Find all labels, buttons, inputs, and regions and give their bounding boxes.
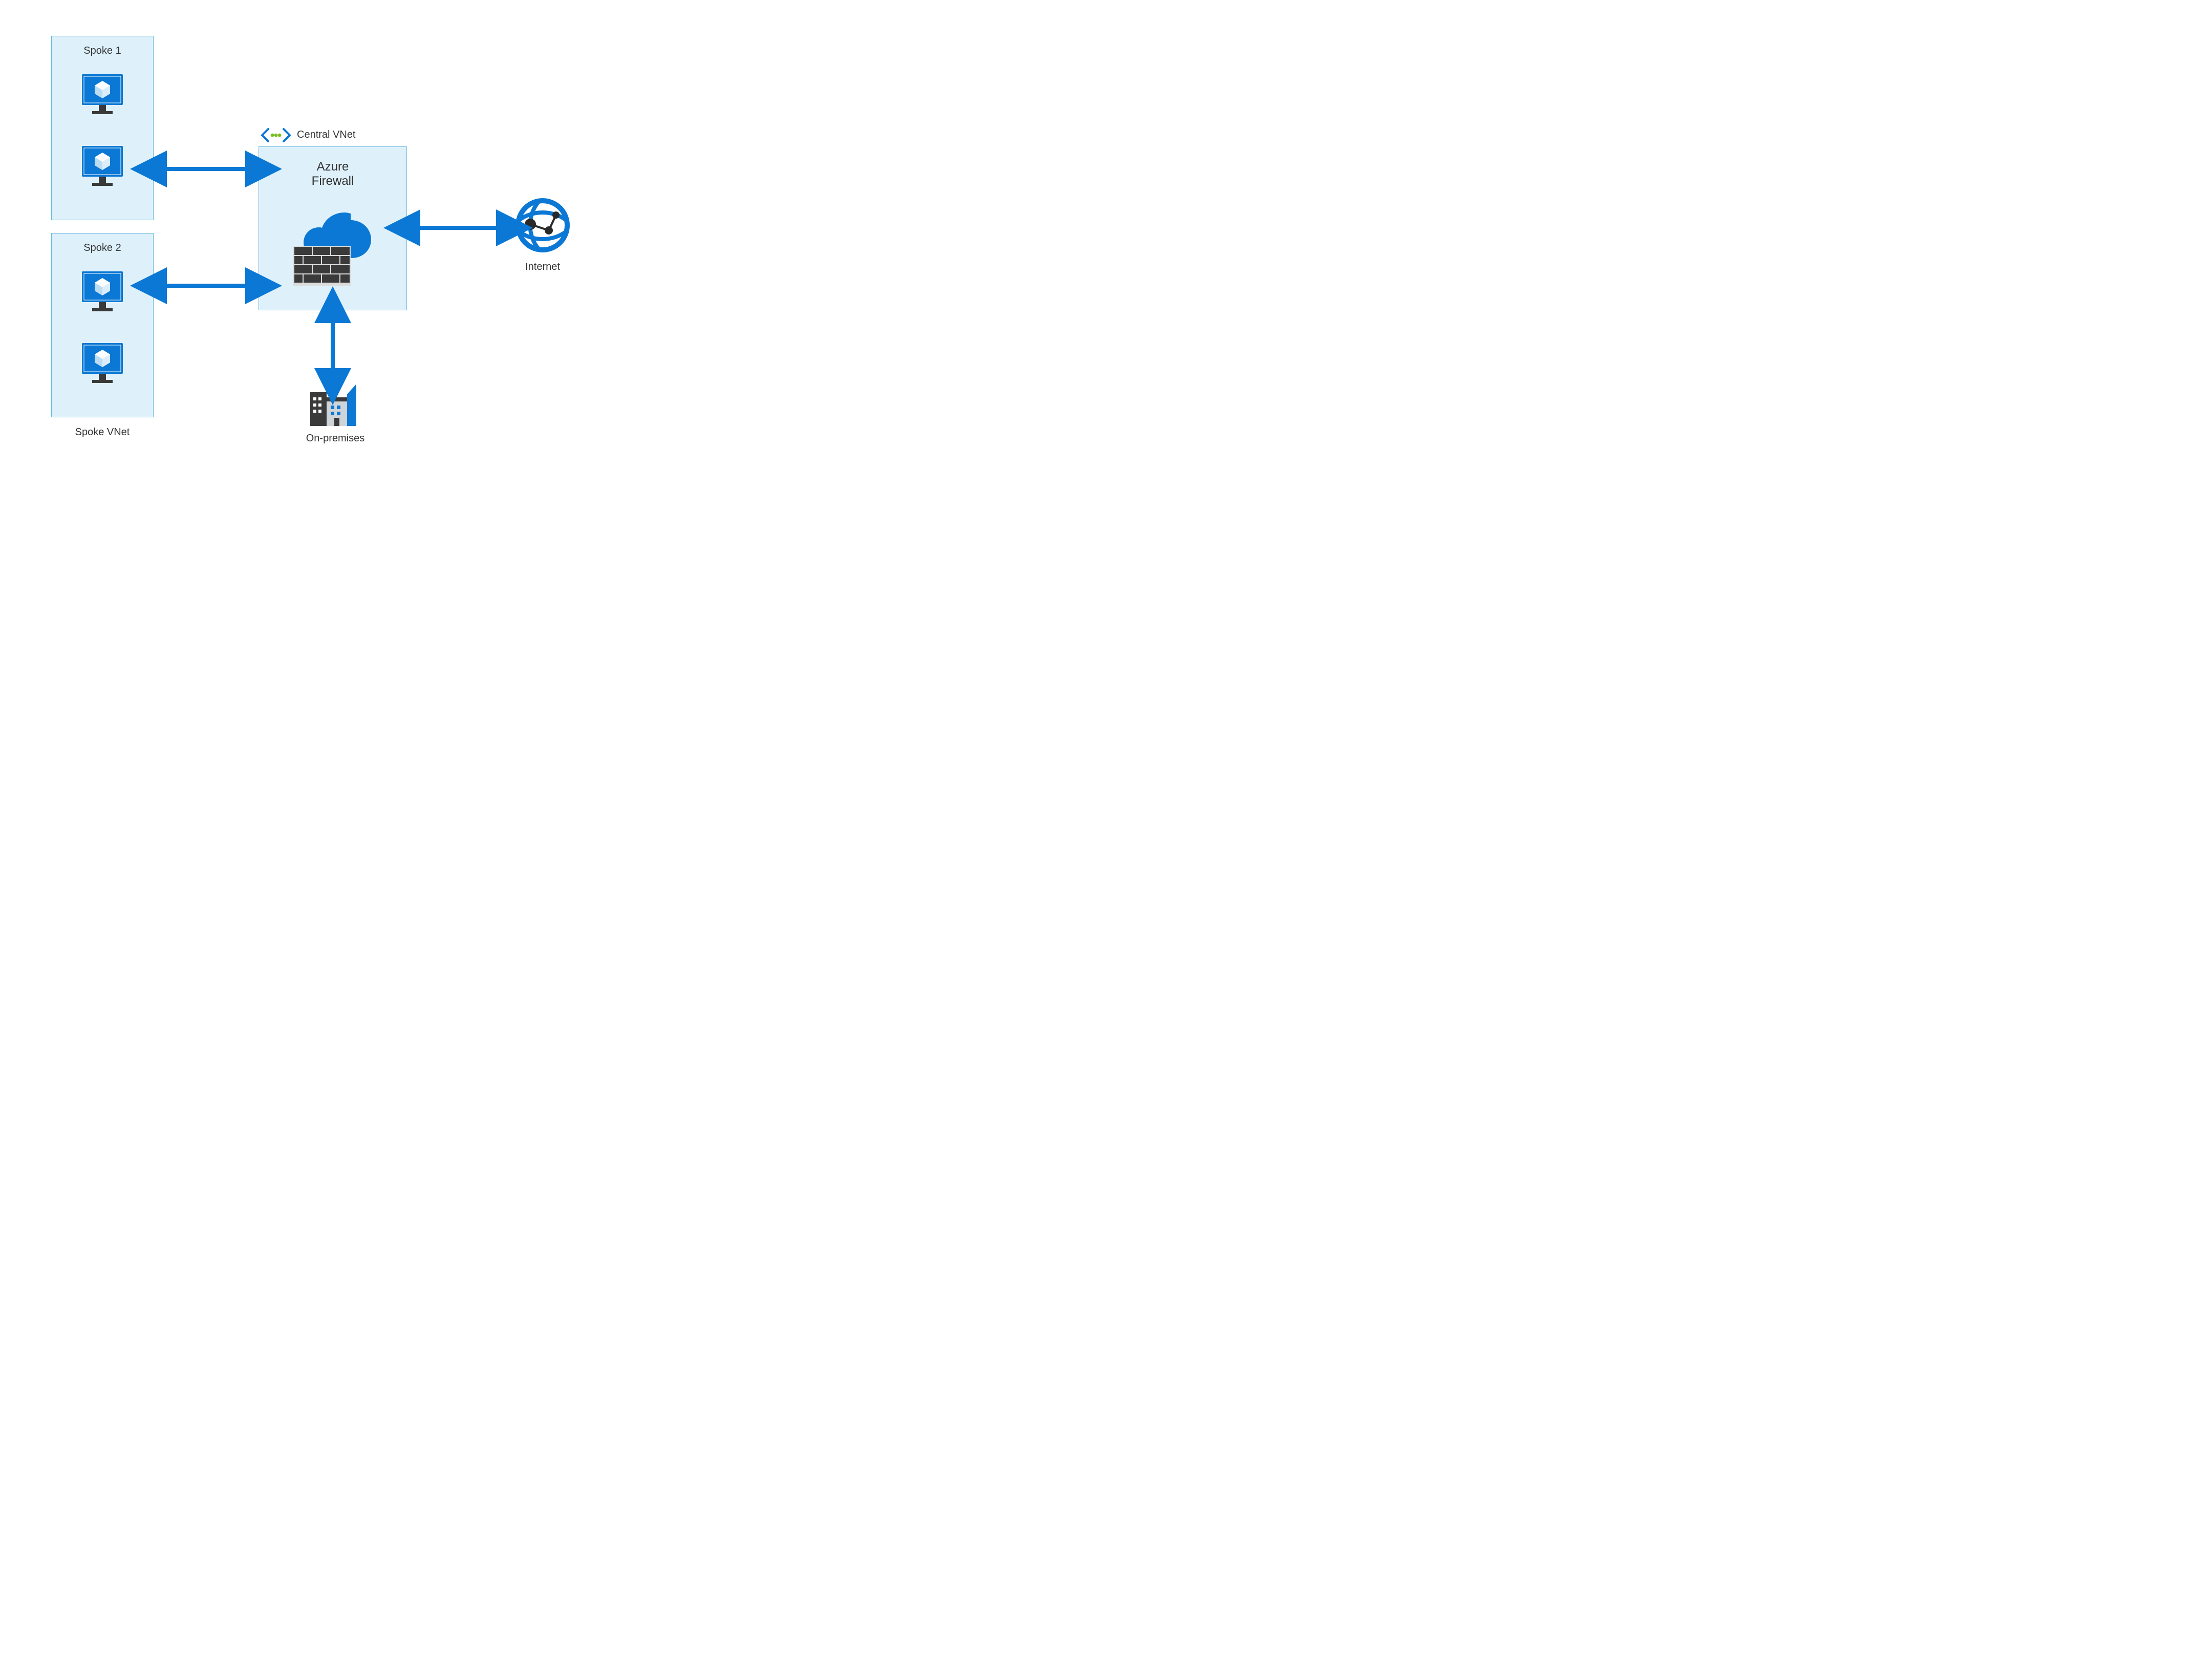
connectors-layer (0, 0, 655, 492)
diagram-canvas: Spoke 1 (0, 0, 655, 492)
